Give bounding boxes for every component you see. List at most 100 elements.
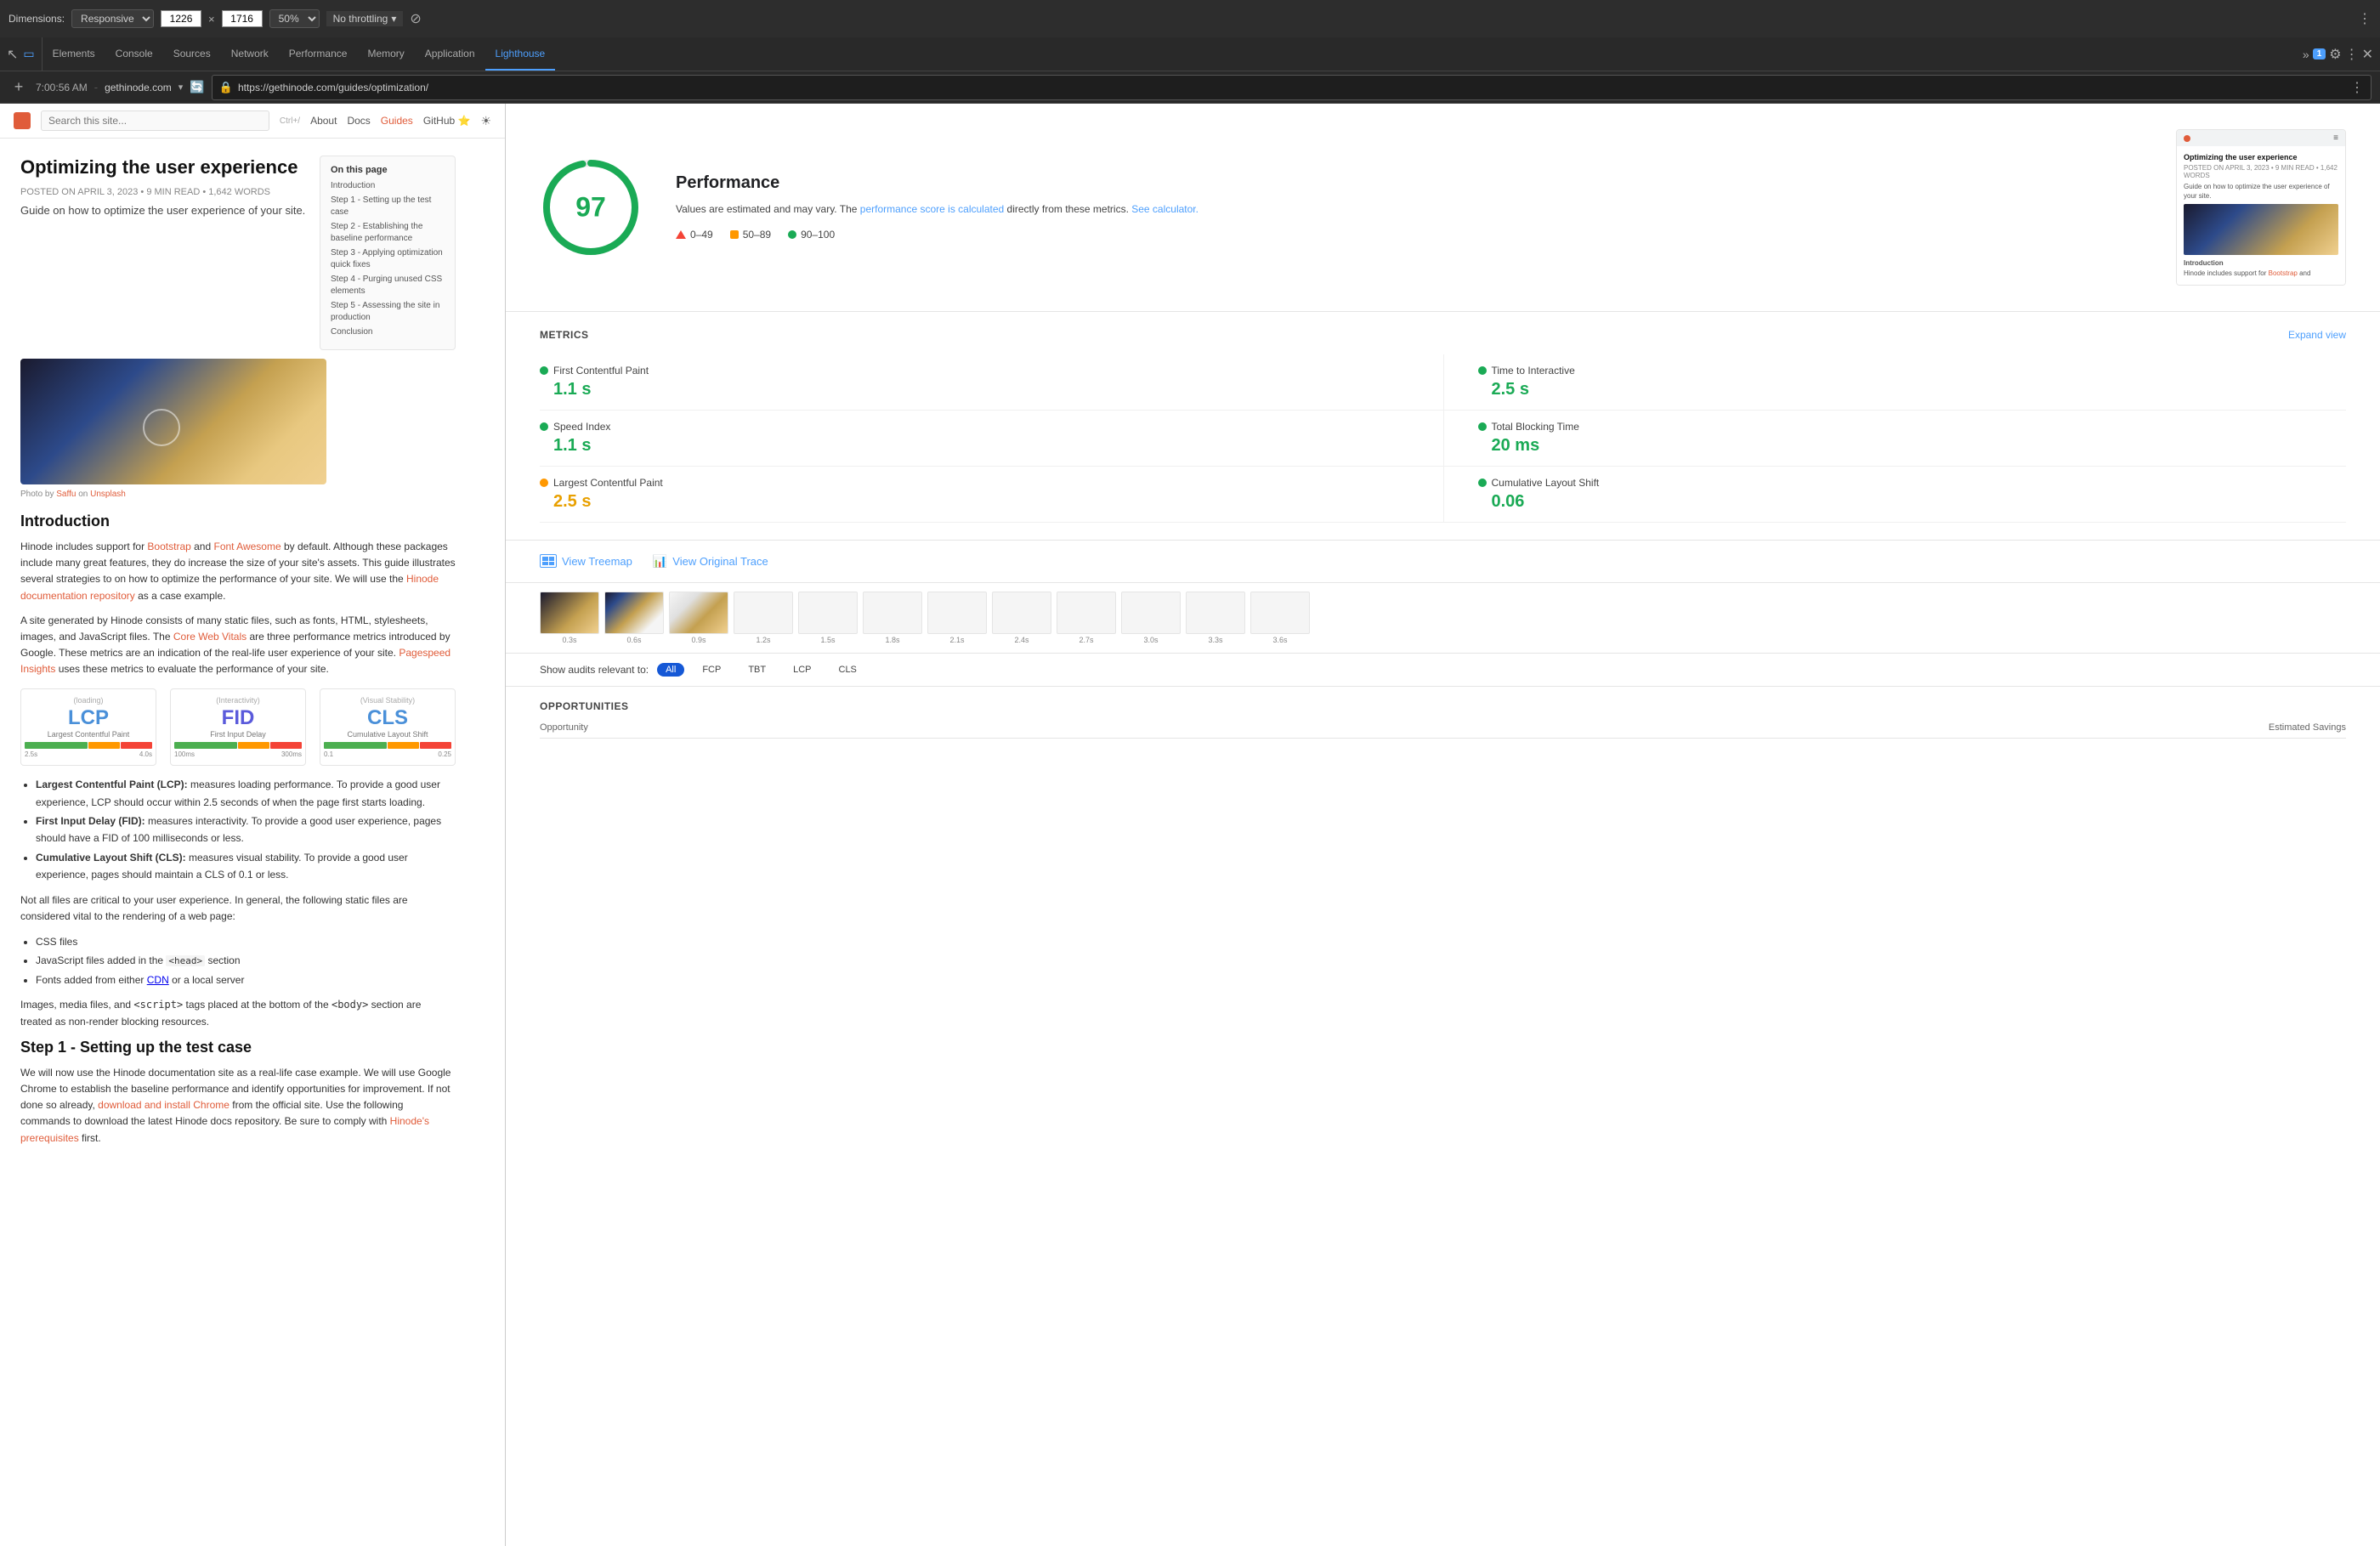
on-this-page-step5[interactable]: Step 5 - Assessing the site in productio… — [331, 301, 439, 322]
tab-network[interactable]: Network — [221, 37, 279, 71]
pagespeed-link[interactable]: Pagespeed Insights — [20, 647, 450, 675]
site-dropdown[interactable]: ▾ — [178, 82, 184, 93]
tti-label: Time to Interactive — [1478, 365, 2347, 377]
screenshot-meta: POSTED ON APRIL 3, 2023 • 9 MIN READ • 1… — [2184, 164, 2338, 179]
filter-lcp-chip[interactable]: LCP — [784, 662, 820, 677]
filmstrip-frame: 1.8s — [863, 592, 922, 644]
device-icon[interactable]: ▭ — [23, 47, 34, 61]
lh-actions-row: View Treemap 📊 View Original Trace — [506, 541, 2380, 583]
dimensions-label: Dimensions: — [8, 13, 65, 25]
core-web-vitals-link[interactable]: Core Web Vitals — [173, 631, 246, 643]
screenshot-image — [2184, 204, 2338, 255]
site-search-input[interactable] — [41, 110, 269, 131]
photo-author-link[interactable]: Saffu — [56, 490, 76, 499]
tti-dot — [1478, 366, 1487, 375]
filmstrip-frame: 3.0s — [1121, 592, 1181, 644]
hinode-docs-link[interactable]: Hinode documentation repository — [20, 573, 439, 601]
opportunities-header: OPPORTUNITIES — [540, 700, 2346, 712]
height-input[interactable]: 1716 — [222, 10, 263, 27]
tab-elements[interactable]: Elements — [42, 37, 105, 71]
score-circle: 97 — [540, 156, 642, 258]
more-devtools-icon[interactable]: ⋮ — [2345, 46, 2359, 63]
opportunities-table-header: Opportunity Estimated Savings — [540, 722, 2346, 739]
filter-label: Show audits relevant to: — [540, 664, 649, 676]
devtools-tabs-bar: ↖ ▭ Elements Console Sources Network Per… — [0, 37, 2380, 71]
list-item: CSS files — [36, 933, 456, 950]
filter-fcp-chip[interactable]: FCP — [693, 662, 730, 677]
more-options-icon[interactable]: ⋮ — [2358, 10, 2372, 27]
on-this-page-step4[interactable]: Step 4 - Purging unused CSS elements — [331, 275, 442, 296]
zoom-select[interactable]: 50% — [269, 9, 320, 28]
expand-view-button[interactable]: Expand view — [2288, 329, 2346, 341]
tab-application[interactable]: Application — [415, 37, 485, 71]
filter-cls-chip[interactable]: CLS — [830, 662, 866, 677]
view-treemap-button[interactable]: View Treemap — [540, 554, 632, 568]
opportunities-title: OPPORTUNITIES — [540, 700, 629, 712]
on-this-page-title: On this page — [331, 165, 445, 175]
metrics-header: METRICS Expand view — [540, 329, 2346, 341]
nav-docs[interactable]: Docs — [347, 115, 370, 127]
chevron-right-icon[interactable]: » — [2303, 48, 2309, 61]
nav-github[interactable]: GitHub ⭐ — [423, 115, 471, 127]
on-this-page-step2[interactable]: Step 2 - Establishing the baseline perfo… — [331, 222, 422, 243]
filmstrip-label: 3.6s — [1250, 636, 1310, 644]
score-info: Performance Values are estimated and may… — [676, 173, 2142, 241]
bootstrap-link[interactable]: Bootstrap — [147, 541, 190, 552]
lcp-dot — [540, 479, 548, 487]
cursor-icon[interactable]: ↖ — [7, 46, 18, 63]
site-nav-links: About Docs Guides GitHub ⭐ — [310, 115, 470, 127]
perf-score-link[interactable]: performance score is calculated — [860, 203, 1004, 215]
close-devtools-icon[interactable]: ✕ — [2362, 46, 2373, 63]
filter-tbt-chip[interactable]: TBT — [739, 662, 775, 677]
filmstrip-label: 0.9s — [669, 636, 728, 644]
lighthouse-score-section: 97 Performance Values are estimated and … — [506, 104, 2380, 312]
filmstrip-frame: 2.4s — [992, 592, 1051, 644]
on-this-page-step1[interactable]: Step 1 - Setting up the test case — [331, 195, 431, 217]
metric-cls: Cumulative Layout Shift 0.06 — [1443, 467, 2347, 523]
url-bar[interactable]: 🔒 https://gethinode.com/guides/optimizat… — [212, 75, 2372, 100]
tab-sources[interactable]: Sources — [163, 37, 221, 71]
hinode-prereqs-link[interactable]: Hinode's prerequisites — [20, 1115, 429, 1143]
on-this-page-conclusion[interactable]: Conclusion — [331, 327, 372, 337]
fid-card: (Interactivity) FID First Input Delay 10… — [170, 688, 306, 767]
screenshot-intro: Guide on how to optimize the user experi… — [2184, 182, 2338, 201]
add-tab-button[interactable]: + — [8, 78, 29, 96]
screenshot-header: ≡ — [2177, 130, 2345, 146]
filmstrip-thumb — [927, 592, 987, 634]
width-input[interactable]: 1226 — [161, 10, 201, 27]
tab-lighthouse[interactable]: Lighthouse — [485, 37, 556, 71]
tab-performance[interactable]: Performance — [279, 37, 358, 71]
url-more-button[interactable]: ⋮ — [2350, 79, 2364, 96]
list-item: Fonts added from either CDN or a local s… — [36, 971, 456, 988]
cls-label: Cumulative Layout Shift — [324, 730, 451, 739]
filmstrip-thumb — [734, 592, 793, 634]
section-intro-title: Introduction — [20, 513, 456, 530]
fontawesome-link[interactable]: Font Awesome — [214, 541, 281, 552]
filmstrip-frame: 2.1s — [927, 592, 987, 644]
cache-icon[interactable]: 🔄 — [190, 80, 204, 94]
filmstrip-thumb — [540, 592, 599, 634]
view-original-trace-button[interactable]: 📊 View Original Trace — [653, 554, 768, 569]
unsplash-link[interactable]: Unsplash — [90, 490, 126, 499]
filmstrip-frame: 1.2s — [734, 592, 793, 644]
fcp-value: 1.1 s — [553, 380, 1409, 399]
download-chrome-link[interactable]: download and install Chrome — [98, 1099, 230, 1111]
on-this-page-step3[interactable]: Step 3 - Applying optimization quick fix… — [331, 248, 443, 269]
settings-icon[interactable]: ⚙ — [2329, 46, 2341, 63]
network-condition-icon[interactable]: ⊘ — [410, 10, 421, 27]
nav-about[interactable]: About — [310, 115, 337, 127]
legend-red: 0–49 — [676, 229, 713, 241]
filmstrip-frame: 3.3s — [1186, 592, 1245, 644]
theme-icon[interactable]: ☀ — [480, 114, 491, 128]
throttle-select[interactable]: No throttling ▾ — [326, 11, 404, 26]
responsive-select[interactable]: Responsive — [71, 9, 154, 28]
calculator-link[interactable]: See calculator. — [1131, 203, 1198, 215]
tab-console[interactable]: Console — [105, 37, 163, 71]
filter-all-chip[interactable]: All — [657, 663, 684, 677]
nav-guides[interactable]: Guides — [381, 115, 413, 127]
url-text: https://gethinode.com/guides/optimizatio… — [238, 82, 2345, 93]
fcp-label: First Contentful Paint — [540, 365, 1409, 377]
cdn-link[interactable]: CDN — [147, 974, 169, 986]
on-this-page-intro[interactable]: Introduction — [331, 181, 375, 190]
tab-memory[interactable]: Memory — [357, 37, 414, 71]
